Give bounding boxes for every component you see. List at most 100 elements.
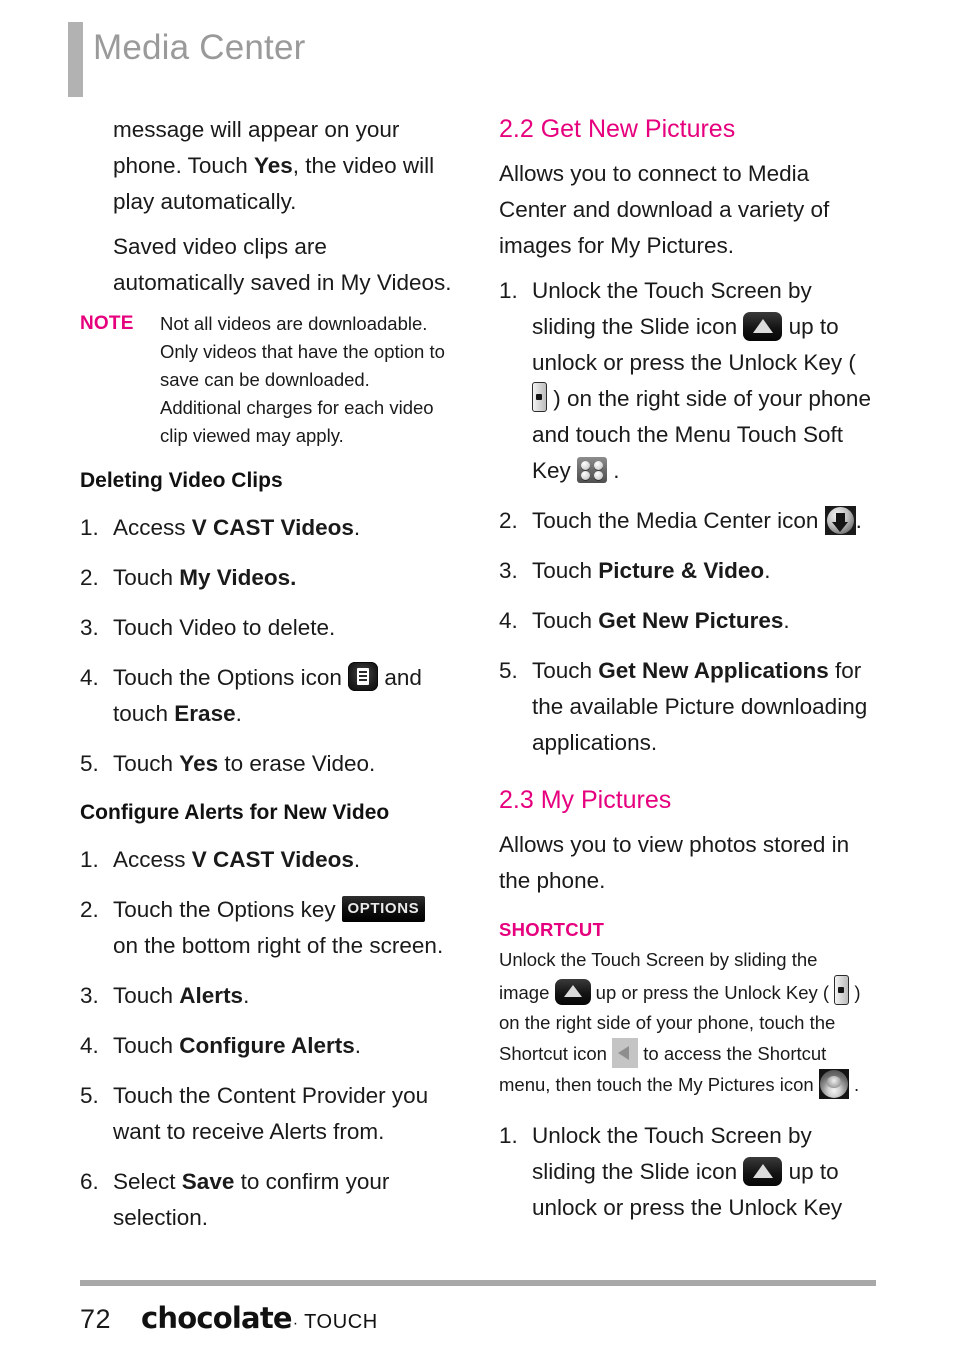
list-item: 2. Touch My Videos. xyxy=(80,560,452,596)
section-2-2-intro: Allows you to connect to Media Center an… xyxy=(499,161,830,258)
step-text-post: . xyxy=(353,847,361,872)
list-number: 1. xyxy=(80,515,99,540)
list-number: 5. xyxy=(80,1083,99,1108)
heading-deleting-video-clips: Deleting Video Clips xyxy=(80,469,283,492)
media-center-icon xyxy=(824,506,856,535)
step-text-bold: Alerts xyxy=(179,983,244,1008)
brand-registered-mark: · xyxy=(292,1315,299,1332)
header-accent-bar xyxy=(68,22,83,97)
step-text-pre: Touch the Options key xyxy=(113,897,342,922)
list-item: 6. Select Save to confirm your selection. xyxy=(80,1164,452,1236)
step-text-pre: Touch xyxy=(532,558,599,583)
step-text-pre: Select xyxy=(113,1169,182,1194)
list-item: 5. Touch Yes to erase Video. xyxy=(80,746,452,782)
list-number: 1. xyxy=(499,1123,518,1148)
list-number: 2. xyxy=(80,897,99,922)
list-number: 4. xyxy=(80,665,99,690)
list-number: 2. xyxy=(80,565,99,590)
step-text-pre: Access xyxy=(113,847,192,872)
step-text-pre: Touch xyxy=(113,1033,180,1058)
paragraph-continued: message will appear on your phone. Touch… xyxy=(80,112,452,220)
list-number: 3. xyxy=(80,615,99,640)
list-number: 3. xyxy=(80,983,99,1008)
list-number: 2. xyxy=(499,508,518,533)
unlock-key-icon xyxy=(834,975,850,1005)
brand-model: TOUCH xyxy=(304,1311,378,1333)
step-text-pre: Touch the Options icon xyxy=(113,665,349,690)
step-text-bold: Save xyxy=(181,1169,235,1194)
list-item: 2. Touch the Media Center icon . xyxy=(499,503,871,539)
heading-configure-alerts: Configure Alerts for New Video xyxy=(80,801,390,824)
list-number: 3. xyxy=(499,558,518,583)
step-text-pre: Touch the Media Center icon xyxy=(532,508,825,533)
step-text-pre: Touch xyxy=(532,658,599,683)
section-heading-2-2: 2.2 Get New Pictures xyxy=(499,115,736,143)
step-text-bold: My Videos. xyxy=(179,565,297,590)
list-item: 3. Touch Picture & Video. xyxy=(499,553,871,589)
list-item: 5. Touch Get New Applications for the ava… xyxy=(499,653,871,761)
page-title: Media Center xyxy=(93,28,306,67)
list-number: 5. xyxy=(499,658,518,683)
unlock-key-icon xyxy=(532,382,547,412)
list-item: 3. Touch Alerts. xyxy=(80,978,452,1014)
slide-icon xyxy=(743,312,783,341)
step-text-post: . xyxy=(353,515,361,540)
list-number: 6. xyxy=(80,1169,99,1194)
menu-touch-soft-key-icon xyxy=(577,457,608,483)
list-item: 1. Unlock the Touch Screen by sliding the… xyxy=(499,273,871,489)
list-item: 4. Touch Configure Alerts. xyxy=(80,1028,452,1064)
step-text-bold: Configure Alerts xyxy=(179,1033,355,1058)
manual-page: Media Center message will appear on your… xyxy=(0,0,954,1372)
step-text-pre: Touch xyxy=(113,565,180,590)
slide-icon xyxy=(743,1157,783,1186)
options-icon xyxy=(348,662,379,691)
step-text-post: to erase Video. xyxy=(218,751,376,776)
step-text-bold: V CAST Videos xyxy=(191,515,354,540)
my-pictures-icon xyxy=(818,1069,849,1099)
step-text-bold: V CAST Videos xyxy=(191,847,354,872)
step-text-pre: Touch xyxy=(532,608,599,633)
list-item: 1. Unlock the Touch Screen by sliding the… xyxy=(499,1118,871,1226)
shortcut-text: Unlock the Touch Screen by sliding the i… xyxy=(499,945,871,1100)
step-text-bold: Yes xyxy=(179,751,219,776)
list-item: 1. Access V CAST Videos. xyxy=(80,510,452,546)
page-number: 72 xyxy=(80,1304,112,1334)
list-item: 4. Touch Get New Pictures. xyxy=(499,603,871,639)
step-text-pre: Touch xyxy=(113,983,180,1008)
step-text-s4: . xyxy=(607,458,620,483)
shortcut-icon xyxy=(612,1038,639,1068)
options-key-label: OPTIONS xyxy=(347,900,420,917)
brand-logo: chocolate · TOUCH xyxy=(141,1301,378,1335)
step-text-pre: Touch xyxy=(113,751,180,776)
step-text-pre: Access xyxy=(113,515,192,540)
page-header: Media Center xyxy=(0,0,954,102)
shortcut-label: SHORTCUT xyxy=(499,919,605,940)
note-block: NOTE Not all videos are downloadable. On… xyxy=(80,310,452,450)
step-text-post: on the bottom right of the screen. xyxy=(113,933,444,958)
step-text-post: . xyxy=(783,608,790,633)
step-text-post: . xyxy=(235,701,242,726)
shortcut-s2: up or press the Unlock Key ( xyxy=(590,982,835,1003)
note-text: Not all videos are downloadable. Only vi… xyxy=(160,313,445,446)
list-item: 1. Access V CAST Videos. xyxy=(80,842,452,878)
para-1-bold: Yes xyxy=(253,153,293,178)
left-column: message will appear on your phone. Touch… xyxy=(80,112,452,1250)
section-heading-2-3: 2.3 My Pictures xyxy=(499,786,672,814)
step-text-post: . xyxy=(764,558,771,583)
shortcut-s5: . xyxy=(848,1074,860,1095)
list-number: 1. xyxy=(499,278,518,303)
step-text-bold: Erase xyxy=(174,701,236,726)
list-item: 3. Touch Video to delete. xyxy=(80,610,452,646)
footer-divider xyxy=(80,1280,876,1286)
list-number: 4. xyxy=(80,1033,99,1058)
step-text-post: . xyxy=(354,1033,361,1058)
step-text-bold: Picture & Video xyxy=(598,558,765,583)
slide-icon xyxy=(554,979,591,1005)
step-text-pre: Touch the Content Provider you want to r… xyxy=(113,1083,429,1144)
options-key-icon: OPTIONS xyxy=(341,896,425,922)
right-column: 2.2 Get New Pictures Allows you to conne… xyxy=(499,112,871,1240)
step-text-post: . xyxy=(855,508,862,533)
page-footer: 72 chocolate · TOUCH xyxy=(80,1280,880,1335)
list-item: 2. Touch the Options key OPTIONS on the b… xyxy=(80,892,452,964)
paragraph-saved-clips: Saved video clips are automatically save… xyxy=(113,234,452,295)
